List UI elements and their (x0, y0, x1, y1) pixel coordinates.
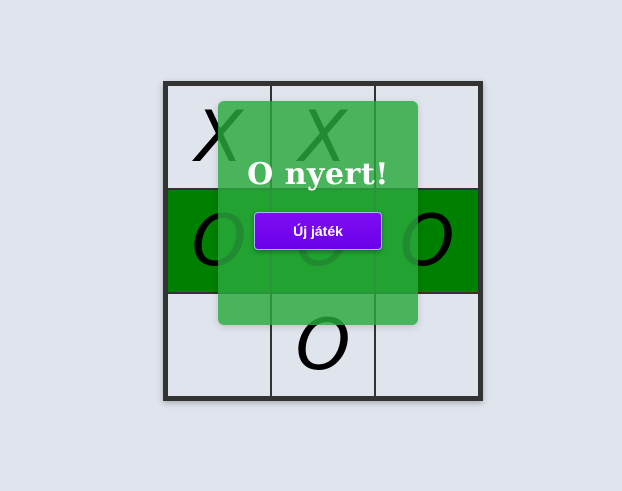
result-overlay: O nyert! Új játék (218, 101, 418, 325)
result-title: O nyert! (247, 157, 389, 192)
new-game-button[interactable]: Új játék (254, 212, 382, 250)
